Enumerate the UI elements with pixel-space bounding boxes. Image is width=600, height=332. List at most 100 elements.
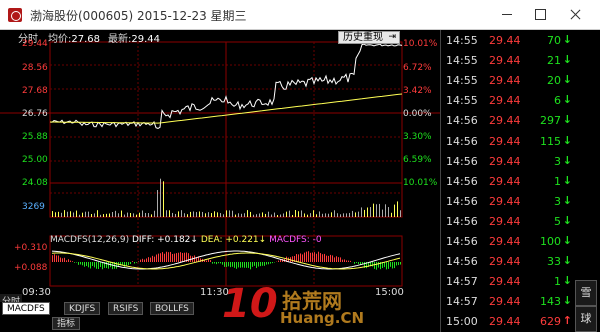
tick-time: 14:55: [446, 74, 478, 88]
arrow-down-icon: ↓: [562, 73, 572, 87]
arrow-down-icon: ↓: [562, 274, 572, 288]
app-icon: [8, 8, 22, 22]
arrow-down-icon: ↓: [562, 234, 572, 247]
y-label: 25.00: [22, 155, 48, 165]
pin-icon: ⇥: [388, 32, 396, 42]
tab-bollfs[interactable]: BOLLFS: [150, 302, 194, 315]
arrow-down-icon: ↓: [562, 193, 572, 207]
pct-label: 10.01%: [403, 178, 438, 188]
tick-time: 14:56: [446, 214, 478, 228]
intraday-chart[interactable]: 分时 均价:27.68 最新:29.44 历史重现 ⇥ 29.44 28.56 2…: [0, 30, 440, 332]
tick-volume: 33: [547, 255, 561, 269]
pct-label: 6.72%: [403, 63, 432, 73]
arrow-down-icon: ↓: [562, 294, 572, 308]
tick-price: 29.44: [489, 154, 521, 168]
pct-label: 10.01%: [403, 39, 438, 49]
maximize-icon[interactable]: [531, 6, 549, 22]
y-label-prev-close: 26.76: [22, 109, 48, 119]
side-tab-xue[interactable]: 雪: [575, 280, 597, 306]
arrow-down-icon: ↓: [562, 133, 572, 147]
tick-time: 14:56: [446, 174, 478, 188]
x-label-close: 15:00: [375, 287, 404, 298]
arrow-down-icon: ↓: [562, 153, 572, 167]
pct-label-zero: 0.00%: [403, 109, 432, 119]
window-titlebar: 渤海股份(000605) 2015-12-23 星期三: [0, 0, 600, 30]
tick-price: 29.44: [489, 235, 521, 248]
tick-volume: 100: [540, 235, 561, 248]
arrow-down-icon: ↓: [562, 113, 572, 127]
arrow-down-icon: ↓: [562, 33, 572, 46]
tick-price: 29.44: [489, 94, 521, 108]
tick-volume: 1: [554, 275, 561, 289]
tick-price: 29.44: [489, 315, 521, 329]
arrow-down-icon: ↓: [562, 213, 572, 227]
side-strip: 雪 球: [573, 30, 600, 332]
site-watermark-logo: 10 拾荒网 Huang.CN: [222, 281, 365, 327]
tick-time: 14:57: [446, 275, 478, 289]
tick-volume: 1: [554, 174, 561, 188]
tick-price: 29.44: [489, 134, 521, 148]
y-label: 28.56: [22, 63, 48, 73]
y-label: 25.88: [22, 132, 48, 142]
tab-indicator[interactable]: 指标: [52, 317, 81, 330]
tick-price: 29.44: [489, 214, 521, 228]
pct-label: 3.42%: [403, 86, 432, 96]
tick-volume: 20: [547, 74, 561, 88]
tab-macdfs[interactable]: MACDFS: [2, 302, 50, 315]
tick-time: 14:56: [446, 194, 478, 208]
macd-header: MACDFS(12,26,9) DIFF: +0.182↓ DEA: +0.22…: [50, 235, 322, 245]
tick-volume: 629: [540, 315, 561, 329]
macd-axis-label: +0.310: [14, 243, 48, 253]
tick-volume: 143: [540, 295, 561, 309]
tick-time: 15:00: [446, 315, 478, 329]
tick-price: 29.44: [489, 275, 521, 289]
tick-price: 29.44: [489, 255, 521, 269]
tick-volume: 6: [554, 94, 561, 108]
tab-kdjfs[interactable]: KDJFS: [64, 302, 101, 315]
tick-time: 14:55: [446, 94, 478, 108]
tick-price: 29.44: [489, 74, 521, 88]
tick-price: 29.44: [489, 174, 521, 188]
tick-volume: 70: [547, 34, 561, 47]
arrow-down-icon: ↓: [562, 93, 572, 107]
tick-volume: 3: [554, 194, 561, 208]
arrow-up-icon: ↑: [562, 314, 572, 328]
tick-volume: 21: [547, 54, 561, 68]
tick-time: 14:55: [446, 34, 478, 47]
tick-volume: 3: [554, 154, 561, 168]
macd-axis-label: +0.088: [14, 263, 48, 273]
tick-volume: 115: [540, 134, 561, 148]
tick-time: 14:56: [446, 154, 478, 168]
tab-rsifs[interactable]: RSIFS: [108, 302, 144, 315]
minimize-icon[interactable]: [498, 6, 516, 22]
y-label: 27.68: [22, 86, 48, 96]
tick-time: 14:56: [446, 255, 478, 269]
arrow-down-icon: ↓: [562, 254, 572, 268]
history-replay-button[interactable]: 历史重现 ⇥: [338, 31, 400, 44]
tick-time: 14:57: [446, 295, 478, 309]
tick-time: 14:56: [446, 235, 478, 248]
arrow-down-icon: ↓: [562, 53, 572, 67]
tick-price: 29.44: [489, 194, 521, 208]
tick-price: 29.44: [489, 34, 521, 47]
x-label-open: 09:30: [22, 287, 51, 298]
tick-time: 14:56: [446, 114, 478, 128]
y-label-high: 29.44: [22, 39, 48, 49]
tick-price: 29.44: [489, 54, 521, 68]
tick-volume: 297: [540, 114, 561, 128]
volume-max-label: 3269: [22, 202, 45, 212]
tick-price: 29.44: [489, 114, 521, 128]
avg-price-label: 均价:27.68: [48, 34, 101, 45]
pct-label: 3.30%: [403, 132, 432, 142]
side-tab-qiu[interactable]: 球: [575, 306, 597, 332]
window-title: 渤海股份(000605) 2015-12-23 星期三: [30, 9, 247, 23]
tick-volume: 5: [554, 214, 561, 228]
tick-price: 29.44: [489, 295, 521, 309]
close-icon[interactable]: [566, 6, 584, 22]
pct-label: 6.59%: [403, 155, 432, 165]
last-price-label: 最新:29.44: [108, 34, 161, 45]
tick-time: 14:56: [446, 134, 478, 148]
indicator-tabs: MACDFS KDJFS RSIFS BOLLFS 指标: [0, 302, 440, 332]
tick-time: 14:55: [446, 54, 478, 68]
arrow-down-icon: ↓: [562, 173, 572, 187]
